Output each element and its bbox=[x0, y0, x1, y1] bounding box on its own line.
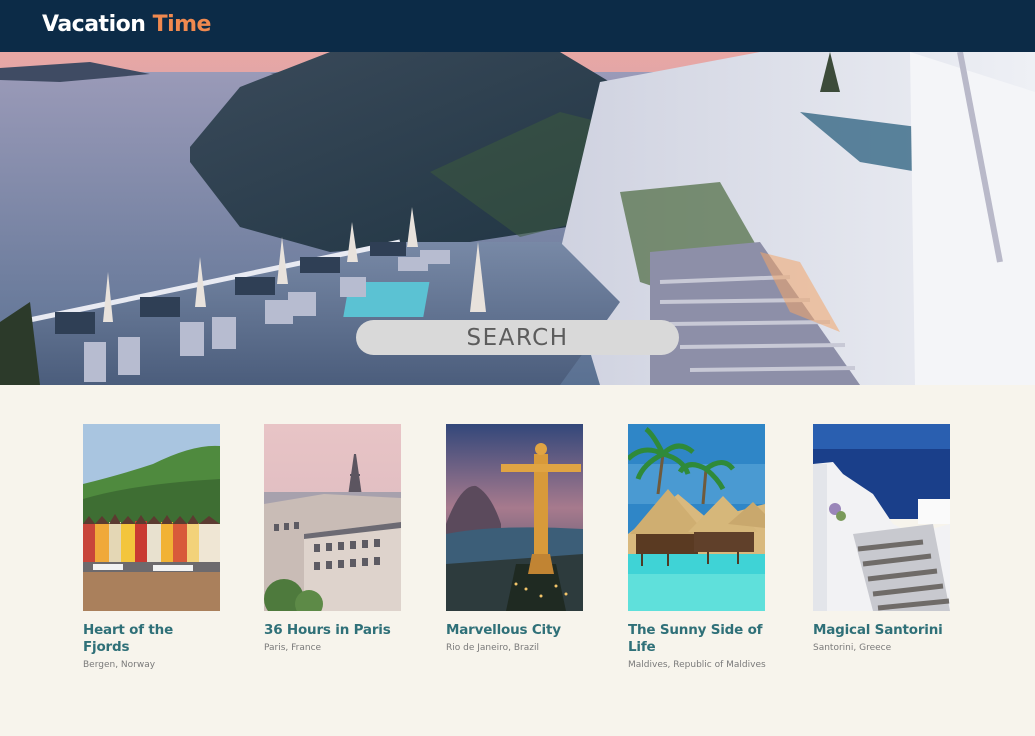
site-logo[interactable]: Vacation Time bbox=[42, 12, 211, 37]
destination-card[interactable]: 36 Hours in Paris Paris, France bbox=[264, 424, 404, 653]
search-label: SEARCH bbox=[466, 324, 569, 351]
destination-title[interactable]: The Sunny Side of Life bbox=[628, 622, 768, 656]
hero-banner: SEARCH bbox=[0, 52, 1035, 385]
destination-title[interactable]: Heart of the Fjords bbox=[83, 622, 223, 656]
rio-christ-redeemer-photo[interactable] bbox=[446, 424, 583, 611]
destination-location: Rio de Janeiro, Brazil bbox=[446, 643, 539, 653]
paris-eiffel-photo[interactable] bbox=[264, 424, 401, 611]
maldives-huts-photo[interactable] bbox=[628, 424, 765, 611]
destination-location: Santorini, Greece bbox=[813, 643, 892, 653]
santorini-stairs-photo[interactable] bbox=[813, 424, 950, 611]
destination-title[interactable]: Marvellous City bbox=[446, 622, 586, 639]
destination-title[interactable]: Magical Santorini bbox=[813, 622, 953, 639]
destination-location: Bergen, Norway bbox=[83, 660, 156, 670]
logo-text-vacation: Vacation bbox=[42, 12, 146, 37]
bergen-harbor-photo[interactable] bbox=[83, 424, 220, 611]
destination-title[interactable]: 36 Hours in Paris bbox=[264, 622, 404, 639]
top-navbar: Vacation Time bbox=[0, 0, 1035, 52]
destination-card[interactable]: Magical Santorini Santorini, Greece bbox=[813, 424, 953, 653]
destination-card[interactable]: Heart of the Fjords Bergen, Norway bbox=[83, 424, 223, 670]
destination-card[interactable]: The Sunny Side of Life Maldives, Republi… bbox=[628, 424, 768, 670]
destination-card[interactable]: Marvellous City Rio de Janeiro, Brazil bbox=[446, 424, 586, 653]
destination-location: Maldives, Republic of Maldives bbox=[628, 660, 766, 670]
search-input[interactable]: SEARCH bbox=[356, 320, 679, 355]
destination-location: Paris, France bbox=[264, 643, 322, 653]
logo-text-time: Time bbox=[152, 12, 212, 37]
